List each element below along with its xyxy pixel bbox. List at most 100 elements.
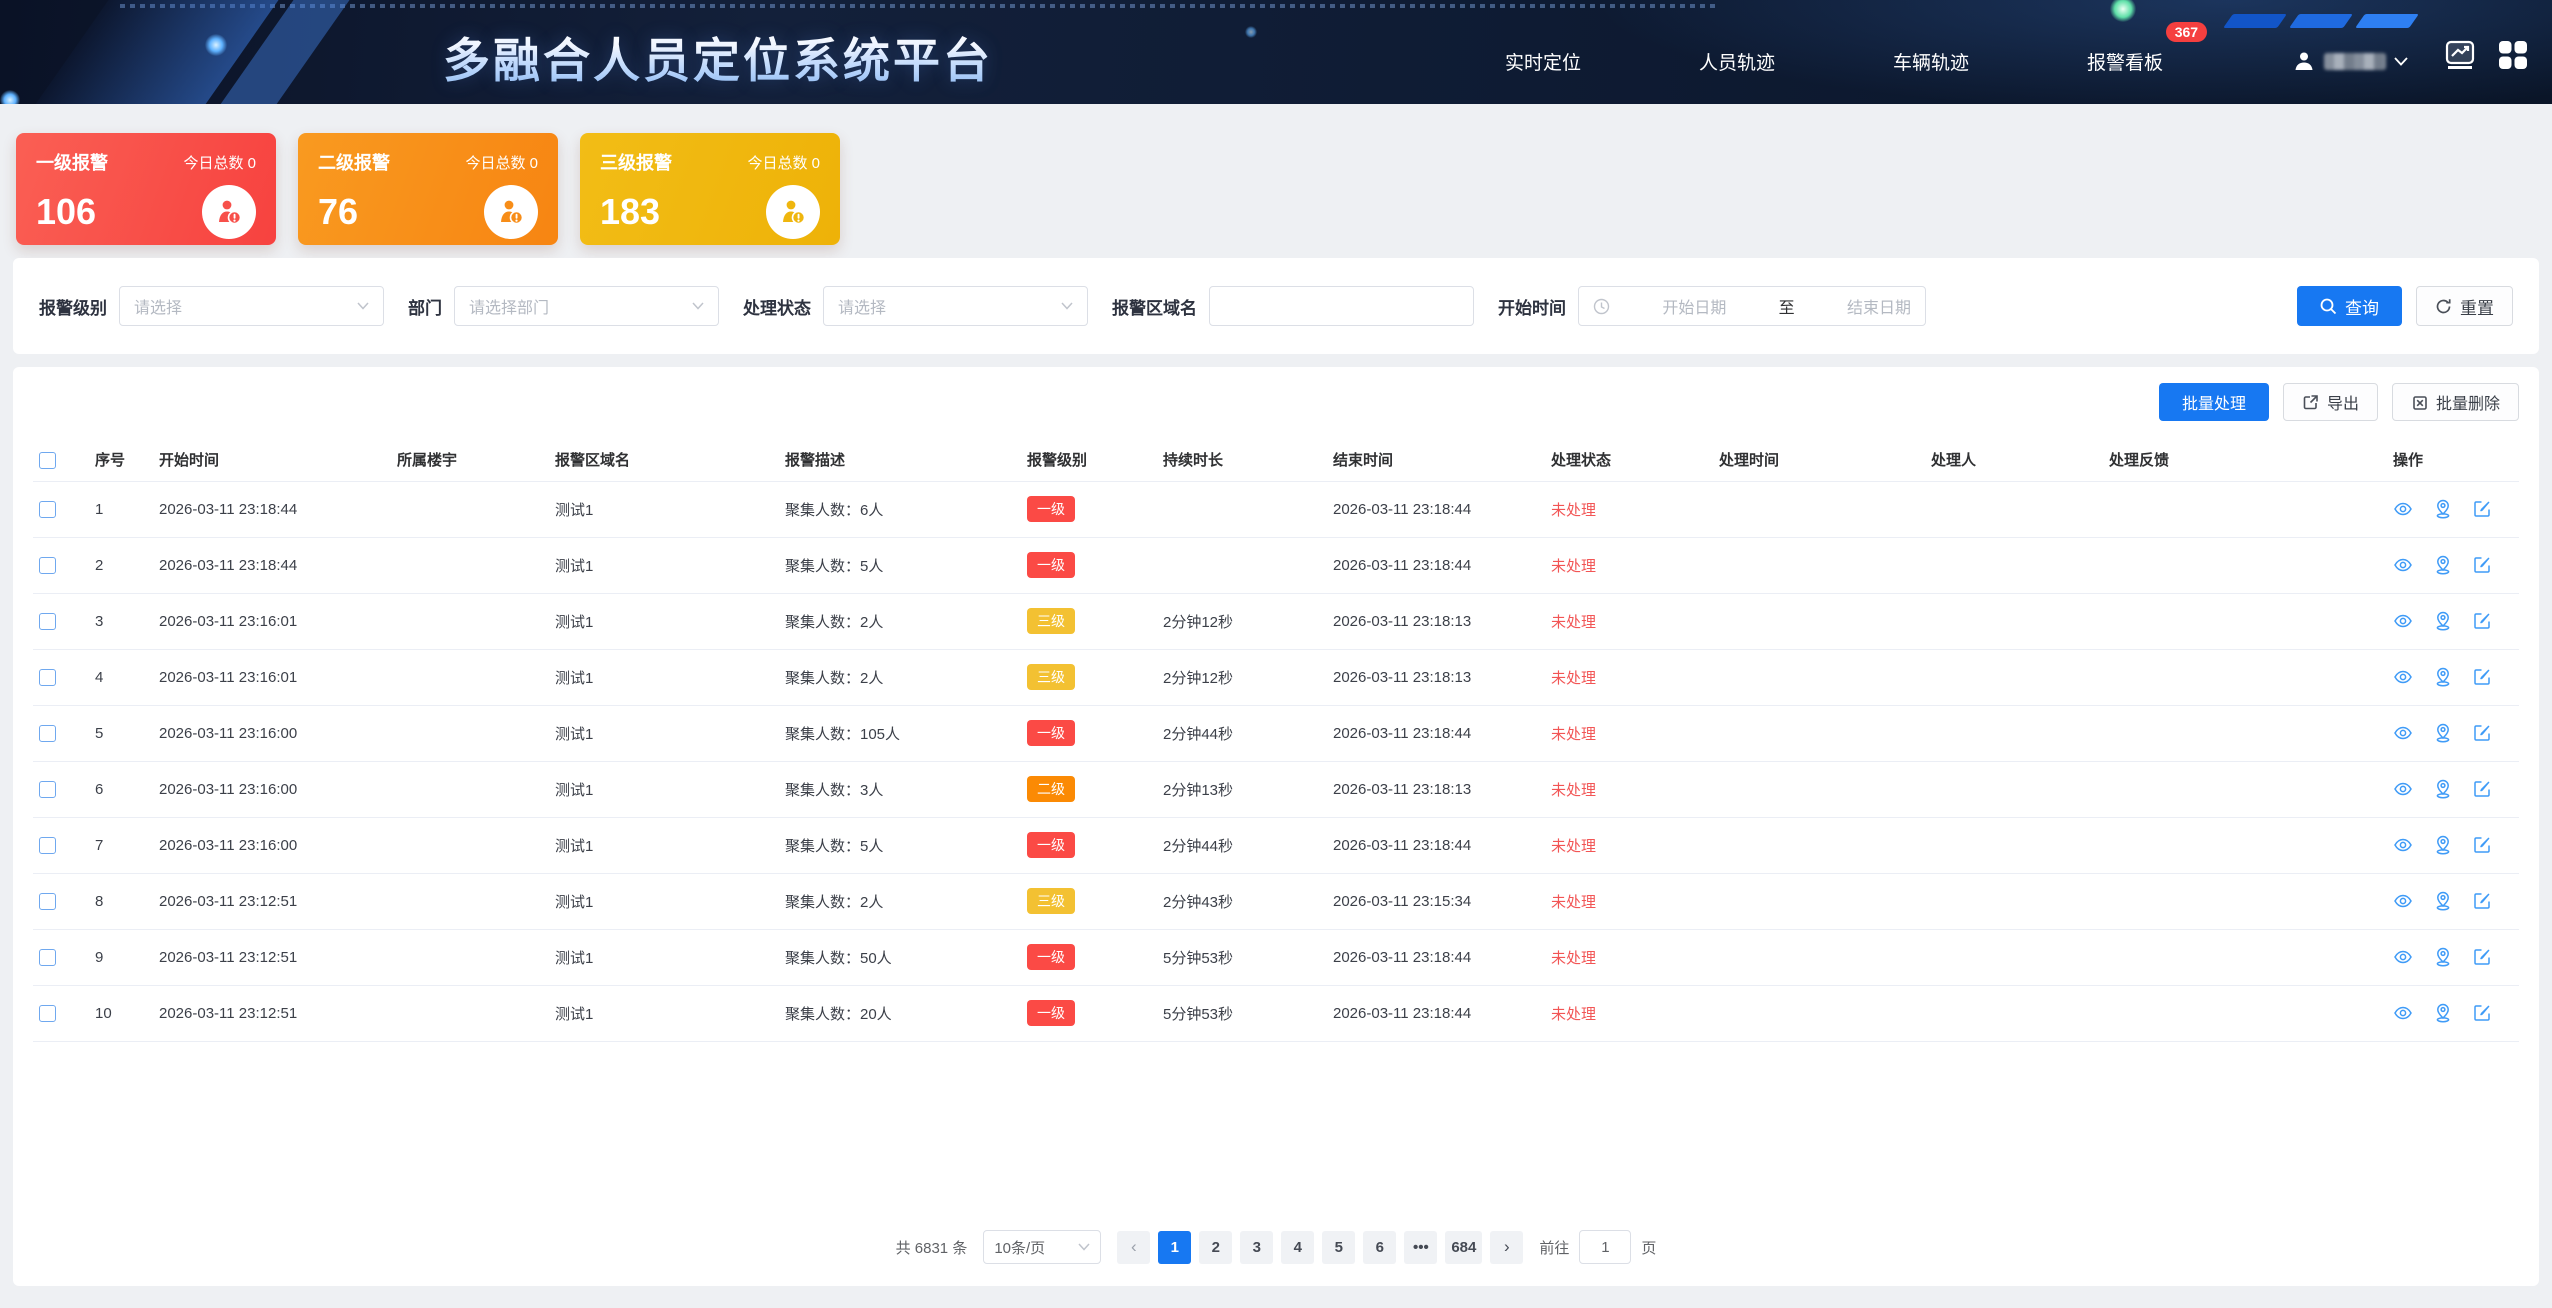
export-button[interactable]: 导出 bbox=[2283, 383, 2378, 421]
cell-seq: 1 bbox=[89, 481, 153, 537]
row-checkbox[interactable] bbox=[39, 725, 56, 742]
cell-process_time bbox=[1713, 593, 1925, 649]
nav-item-person-track[interactable]: 人员轨迹 bbox=[1699, 48, 1775, 75]
row-checkbox[interactable] bbox=[39, 893, 56, 910]
cell-area: 测试1 bbox=[549, 705, 779, 761]
view-eye-icon[interactable] bbox=[2393, 893, 2413, 909]
cell-area: 测试1 bbox=[549, 537, 779, 593]
row-checkbox[interactable] bbox=[39, 837, 56, 854]
locate-pin-icon[interactable] bbox=[2433, 723, 2453, 743]
view-eye-icon[interactable] bbox=[2393, 501, 2413, 517]
view-eye-icon[interactable] bbox=[2393, 837, 2413, 853]
next-page-button[interactable]: › bbox=[1490, 1231, 1523, 1264]
page-button[interactable]: 3 bbox=[1240, 1231, 1273, 1264]
view-eye-icon[interactable] bbox=[2393, 781, 2413, 797]
apps-grid-icon[interactable] bbox=[2498, 40, 2528, 70]
column-header: 报警级别 bbox=[1021, 439, 1157, 481]
cell-area: 测试1 bbox=[549, 929, 779, 985]
page-button[interactable]: 6 bbox=[1363, 1231, 1396, 1264]
top-header: 多融合人员定位系统平台 实时定位 人员轨迹 车辆轨迹 报警看板 367 bbox=[0, 0, 2552, 104]
locate-pin-icon[interactable] bbox=[2433, 947, 2453, 967]
cell-duration: 2分钟13秒 bbox=[1157, 761, 1327, 817]
cell-feedback bbox=[2103, 929, 2387, 985]
department-select[interactable]: 请选择部门 bbox=[454, 286, 719, 326]
cell-end_time: 2026-03-11 23:15:34 bbox=[1327, 873, 1545, 929]
locate-pin-icon[interactable] bbox=[2433, 667, 2453, 687]
process-status-text: 未处理 bbox=[1551, 950, 1596, 967]
locate-pin-icon[interactable] bbox=[2433, 499, 2453, 519]
area-name-input[interactable] bbox=[1209, 286, 1474, 326]
edit-icon[interactable] bbox=[2473, 892, 2491, 910]
locate-pin-icon[interactable] bbox=[2433, 891, 2453, 911]
view-eye-icon[interactable] bbox=[2393, 949, 2413, 965]
monitor-chart-icon[interactable] bbox=[2444, 40, 2476, 70]
view-eye-icon[interactable] bbox=[2393, 669, 2413, 685]
process-status-text: 未处理 bbox=[1551, 1006, 1596, 1023]
goto-page-input[interactable] bbox=[1579, 1230, 1631, 1264]
page-button[interactable]: 5 bbox=[1322, 1231, 1355, 1264]
row-checkbox[interactable] bbox=[39, 501, 56, 518]
cell-area: 测试1 bbox=[549, 649, 779, 705]
alarm-person-icon bbox=[202, 185, 256, 239]
batch-process-button[interactable]: 批量处理 bbox=[2159, 383, 2269, 421]
stat-card-value: 106 bbox=[36, 191, 96, 233]
date-range-picker[interactable]: 开始日期 至 结束日期 bbox=[1578, 286, 1926, 326]
edit-icon[interactable] bbox=[2473, 1004, 2491, 1022]
edit-icon[interactable] bbox=[2473, 668, 2491, 686]
view-eye-icon[interactable] bbox=[2393, 557, 2413, 573]
page-button[interactable]: 4 bbox=[1281, 1231, 1314, 1264]
cell-desc: 聚集人数：2人 bbox=[779, 649, 1021, 705]
edit-icon[interactable] bbox=[2473, 612, 2491, 630]
cell-duration bbox=[1157, 537, 1327, 593]
filter-bar: 报警级别 请选择 部门 请选择部门 处理状态 请选择 报警区域名 开始时间 开始… bbox=[13, 258, 2539, 354]
view-eye-icon[interactable] bbox=[2393, 613, 2413, 629]
edit-icon[interactable] bbox=[2473, 500, 2491, 518]
nav-item-vehicle-track[interactable]: 车辆轨迹 bbox=[1893, 48, 1969, 75]
row-checkbox[interactable] bbox=[39, 1005, 56, 1022]
alarm-level-select[interactable]: 请选择 bbox=[119, 286, 384, 326]
process-status-text: 未处理 bbox=[1551, 558, 1596, 575]
cell-processor bbox=[1925, 537, 2103, 593]
alarm-level-badge: 三级 bbox=[1027, 888, 1075, 914]
locate-pin-icon[interactable] bbox=[2433, 779, 2453, 799]
locate-pin-icon[interactable] bbox=[2433, 555, 2453, 575]
view-eye-icon[interactable] bbox=[2393, 1005, 2413, 1021]
edit-icon[interactable] bbox=[2473, 948, 2491, 966]
locate-pin-icon[interactable] bbox=[2433, 611, 2453, 631]
edit-icon[interactable] bbox=[2473, 556, 2491, 574]
page-size-select[interactable]: 10条/页 bbox=[983, 1230, 1101, 1264]
edit-icon[interactable] bbox=[2473, 724, 2491, 742]
process-status-text: 未处理 bbox=[1551, 782, 1596, 799]
more-pages-button[interactable]: ••• bbox=[1404, 1231, 1437, 1264]
cell-processor bbox=[1925, 649, 2103, 705]
locate-pin-icon[interactable] bbox=[2433, 835, 2453, 855]
row-checkbox[interactable] bbox=[39, 949, 56, 966]
select-all-checkbox[interactable] bbox=[39, 452, 56, 469]
page-button[interactable]: 1 bbox=[1158, 1231, 1191, 1264]
row-actions bbox=[2387, 481, 2519, 537]
search-button[interactable]: 查询 bbox=[2297, 286, 2402, 326]
cell-process_time bbox=[1713, 649, 1925, 705]
edit-icon[interactable] bbox=[2473, 780, 2491, 798]
prev-page-button[interactable]: ‹ bbox=[1117, 1231, 1150, 1264]
cell-feedback bbox=[2103, 985, 2387, 1041]
batch-delete-button[interactable]: 批量删除 bbox=[2392, 383, 2519, 421]
process-status-text: 未处理 bbox=[1551, 894, 1596, 911]
user-menu[interactable] bbox=[2292, 0, 2408, 104]
row-checkbox[interactable] bbox=[39, 613, 56, 630]
export-icon bbox=[2302, 394, 2319, 411]
row-checkbox[interactable] bbox=[39, 557, 56, 574]
process-status-select[interactable]: 请选择 bbox=[823, 286, 1088, 326]
edit-icon[interactable] bbox=[2473, 836, 2491, 854]
page-button[interactable]: 2 bbox=[1199, 1231, 1232, 1264]
reset-button[interactable]: 重置 bbox=[2416, 286, 2513, 326]
locate-pin-icon[interactable] bbox=[2433, 1003, 2453, 1023]
nav-item-realtime-location[interactable]: 实时定位 bbox=[1505, 48, 1581, 75]
row-checkbox[interactable] bbox=[39, 669, 56, 686]
cell-processor bbox=[1925, 761, 2103, 817]
row-checkbox[interactable] bbox=[39, 781, 56, 798]
nav-item-alarm-board[interactable]: 报警看板 367 bbox=[2087, 48, 2163, 75]
view-eye-icon[interactable] bbox=[2393, 725, 2413, 741]
column-header: 序号 bbox=[89, 439, 153, 481]
page-button[interactable]: 684 bbox=[1445, 1231, 1482, 1264]
